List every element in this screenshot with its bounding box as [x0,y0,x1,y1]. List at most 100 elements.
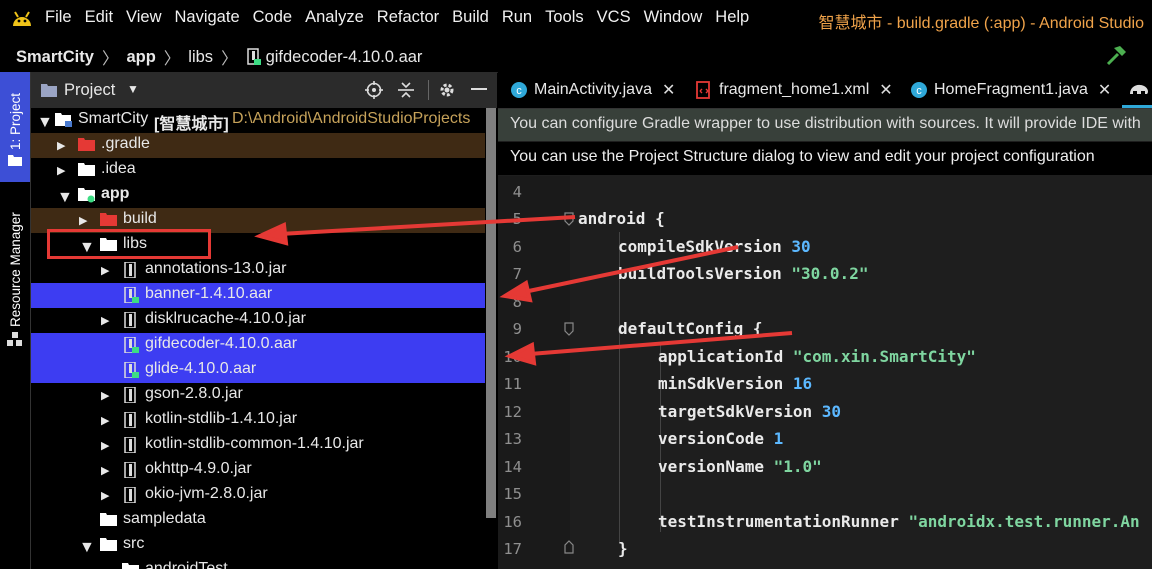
scrollbar[interactable] [486,108,496,518]
tree-item-kotlin-stdlib-common-jar[interactable]: ▶ kotlin-stdlib-common-1.4.10.jar [31,433,485,458]
tree-item-label: .idea [101,160,136,177]
menu-tools[interactable]: Tools [545,8,584,27]
code-value: "30.0.2" [791,264,869,283]
menu-edit[interactable]: Edit [85,8,113,27]
layout-xml-icon [696,81,710,99]
tree-item-banner-aar[interactable]: banner-1.4.10.aar [31,283,485,308]
tree-item-sampledata[interactable]: sampledata [31,508,485,533]
code-editor[interactable]: android { compileSdkVersion 30 buildTool… [498,176,1152,569]
jar-archive-icon [124,487,136,503]
expand-right-icon[interactable]: ▶ [101,414,111,427]
breadcrumb-item-file[interactable]: gifdecoder-4.10.0.aar [266,48,423,67]
tree-item-label: okhttp-4.9.0.jar [145,460,252,477]
project-panel-header: Project ▼ [31,72,497,108]
tree-item-src[interactable]: ▼ src [31,533,485,558]
aar-archive-icon [124,337,139,353]
project-tool-button[interactable]: 1: Project [0,72,30,182]
code-line-5: android { [578,209,665,228]
tab-mainactivity[interactable]: c MainActivity.java ✕ [510,80,675,100]
expand-right-icon[interactable]: ▶ [101,439,111,452]
tree-item-gradle[interactable]: ▶ .gradle [31,133,485,158]
tab-fragment-home1[interactable]: fragment_home1.xml ✕ [695,80,893,100]
java-class-icon: c [911,82,927,98]
chevron-down-icon[interactable]: ▼ [127,82,139,96]
tree-item-okhttp-jar[interactable]: ▶ okhttp-4.9.0.jar [31,458,485,483]
close-icon[interactable]: ✕ [662,80,675,100]
breadcrumb-item-smartcity[interactable]: SmartCity [16,48,94,67]
tree-item-gson-jar[interactable]: ▶ gson-2.8.0.jar [31,383,485,408]
tree-item-annotations-jar[interactable]: ▶ annotations-13.0.jar [31,258,485,283]
tree-item-label: gifdecoder-4.10.0.aar [145,335,298,352]
tree-item-androidtest[interactable]: androidTest [31,558,485,569]
excluded-folder-icon [100,213,117,226]
project-structure-notice: You can use the Project Structure dialog… [498,142,1152,175]
expand-right-icon[interactable]: ▶ [101,464,111,477]
tab-build-gradle-active[interactable] [1122,72,1152,108]
tree-root-path: D:\Android\AndroidStudioProjects [232,110,471,127]
tree-item-okio-jar[interactable]: ▶ okio-jvm-2.8.0.jar [31,483,485,508]
expand-down-icon[interactable]: ▼ [79,539,95,556]
build-hammer-icon[interactable] [1104,44,1128,66]
tab-homefragment1[interactable]: c HomeFragment1.java ✕ [910,80,1111,100]
expand-right-icon[interactable]: ▶ [101,389,111,402]
expand-right-icon[interactable]: ▶ [101,489,111,502]
menu-bar: File Edit View Navigate Code Analyze Ref… [0,0,1152,38]
tree-item-disklrucache-jar[interactable]: ▶ disklrucache-4.10.0.jar [31,308,485,333]
menu-navigate[interactable]: Navigate [175,8,240,27]
folder-icon [100,513,117,526]
project-panel: Project ▼ ▼ SmartCity [智慧城市] D:\Android\… [31,72,497,569]
code-key: testInstrumentationRunner [658,512,909,531]
menu-run[interactable]: Run [502,8,532,27]
minimize-icon[interactable] [471,88,487,92]
gear-icon[interactable] [438,81,456,99]
tree-item-idea[interactable]: ▶ .idea [31,158,485,183]
folder-icon [122,563,139,569]
jar-archive-icon [124,462,136,478]
folder-icon [8,155,22,166]
expand-right-icon[interactable]: ▶ [57,139,67,152]
menu-build[interactable]: Build [452,8,489,27]
tree-item-kotlin-stdlib-jar[interactable]: ▶ kotlin-stdlib-1.4.10.jar [31,408,485,433]
project-view-selector[interactable]: Project [64,81,115,100]
folder-icon [78,163,95,176]
code-line-11: minSdkVersion 16 [658,374,812,393]
expand-down-icon[interactable]: ▼ [57,189,73,206]
menu-analyze[interactable]: Analyze [305,8,364,27]
breadcrumb-item-libs[interactable]: libs [188,48,213,67]
code-key: versionCode [658,429,774,448]
aar-archive-icon [124,287,139,303]
notice-text: You can use the Project Structure dialog… [510,148,1095,165]
locate-target-icon[interactable] [365,81,383,99]
collapse-all-icon[interactable] [397,81,415,99]
breadcrumb-item-app[interactable]: app [126,48,155,67]
menu-vcs[interactable]: VCS [597,8,631,27]
aar-archive-icon [124,362,139,378]
menu-file[interactable]: File [45,8,72,27]
tree-item-app[interactable]: ▼ app [31,183,485,208]
menu-window[interactable]: Window [644,8,703,27]
tree-item-label: glide-4.10.0.aar [145,360,257,377]
code-value: "1.0" [773,457,822,476]
close-icon[interactable]: ✕ [879,80,892,100]
resource-manager-label: Resource Manager [8,212,23,327]
menu-help[interactable]: Help [715,8,749,27]
menu-code[interactable]: Code [253,8,292,27]
code-line-16: testInstrumentationRunner "androidx.test… [658,512,1140,531]
tree-item-gifdecoder-aar[interactable]: gifdecoder-4.10.0.aar [31,333,485,358]
tree-item-label: banner-1.4.10.aar [145,285,273,302]
expand-right-icon[interactable]: ▶ [101,314,111,327]
menu-view[interactable]: View [126,8,161,27]
code-key: applicationId [658,347,793,366]
tree-item-glide-aar[interactable]: glide-4.10.0.aar [31,358,485,383]
jar-archive-icon [124,387,136,403]
expand-right-icon[interactable]: ▶ [101,264,111,277]
expand-down-icon[interactable]: ▼ [37,114,53,131]
expand-right-icon[interactable]: ▶ [79,214,89,227]
tab-label: HomeFragment1.java [934,81,1088,98]
resource-manager-tool-button[interactable]: Resource Manager [0,202,30,352]
tree-root-smartcity[interactable]: ▼ SmartCity [智慧城市] D:\Android\AndroidStu… [31,108,485,133]
expand-right-icon[interactable]: ▶ [57,164,67,177]
close-icon[interactable]: ✕ [1098,80,1111,100]
archive-file-icon [246,48,261,65]
menu-refactor[interactable]: Refactor [377,8,439,27]
